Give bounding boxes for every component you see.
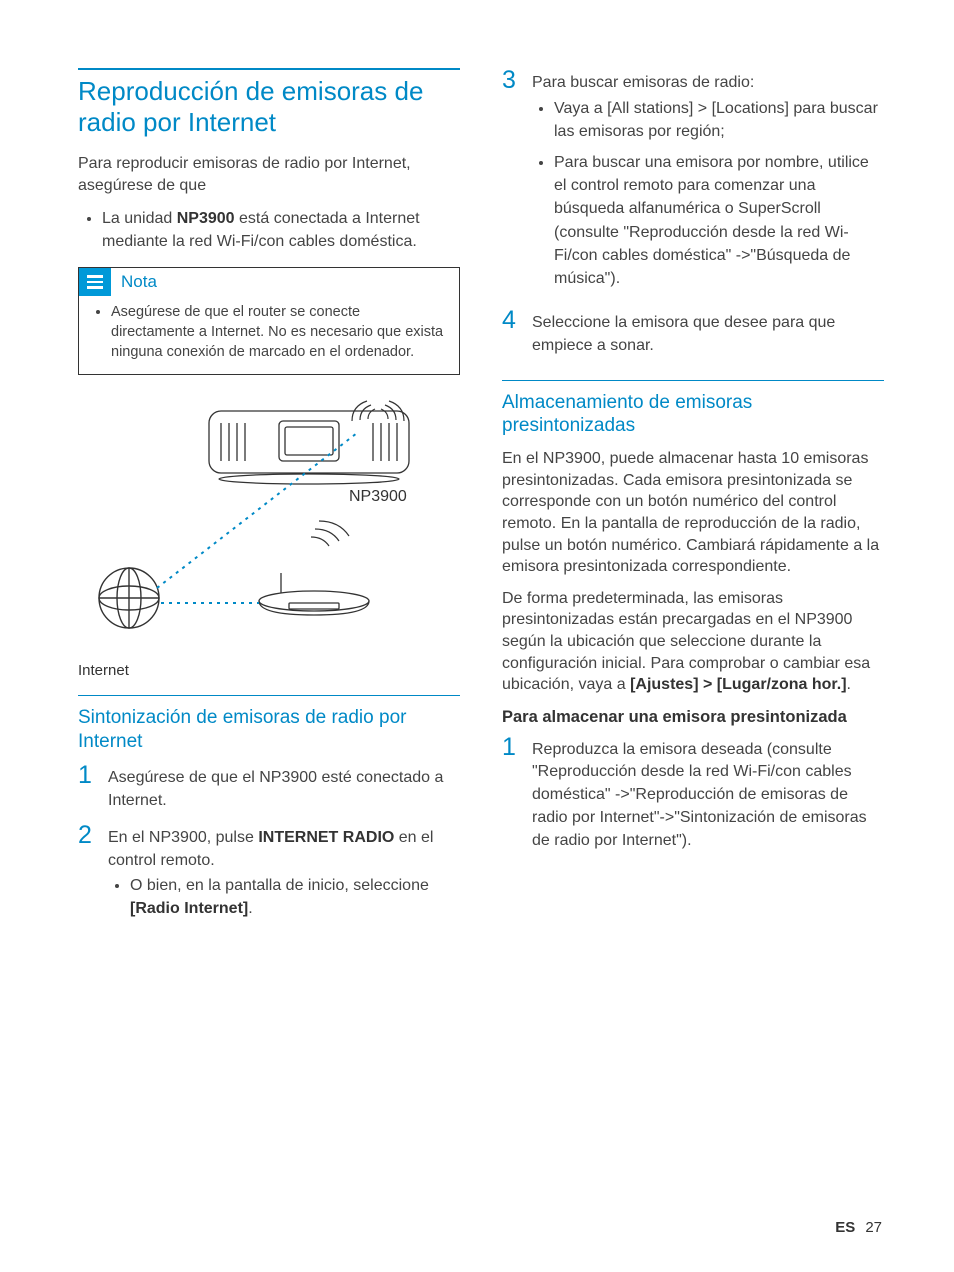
menu-path: [All stations] > [Locations]: [607, 100, 789, 117]
step-text: En el NP3900, pulse INTERNET RADIO en el…: [108, 823, 460, 929]
step-1: 1 Asegúrese de que el NP3900 esté conect…: [78, 763, 460, 812]
menu-path: [Radio Internet]: [130, 900, 248, 917]
paragraph: En el NP3900, puede almacenar hasta 10 e…: [502, 448, 884, 578]
footer-page: 27: [865, 1219, 882, 1236]
text: En el NP3900, pulse: [108, 829, 258, 846]
step-text: Seleccione la emisora que desee para que…: [532, 308, 884, 357]
list-item: Vaya a [All stations] > [Locations] para…: [554, 97, 884, 143]
text: .: [248, 900, 252, 917]
sub-heading: Almacenamiento de emisoras presintonizad…: [502, 391, 884, 439]
note-item: Asegúrese de que el router se conecte di…: [111, 302, 445, 362]
page: Reproducción de emisoras de radio por In…: [0, 0, 954, 1272]
step-sub-list: O bien, en la pantalla de inicio, selecc…: [108, 874, 460, 920]
diagram-caption: Internet: [78, 662, 460, 679]
note-body: Asegúrese de que el router se conecte di…: [79, 296, 459, 374]
text: La unidad: [102, 210, 177, 227]
diagram-svg: NP3900: [89, 393, 449, 653]
preset-step-1: 1 Reproduzca la emisora deseada (consult…: [502, 735, 884, 853]
paragraph: De forma predeterminada, las emisoras pr…: [502, 588, 884, 696]
intro-paragraph: Para reproducir emisoras de radio por In…: [78, 153, 460, 196]
sub-rule: [78, 695, 460, 696]
list-item: Para buscar una emisora por nombre, util…: [554, 151, 884, 290]
list-item: O bien, en la pantalla de inicio, selecc…: [130, 874, 460, 920]
note-icon: [79, 268, 111, 296]
connection-diagram: NP3900 Internet: [78, 393, 460, 679]
heading-rule: [78, 68, 460, 70]
list-item: La unidad NP3900 está conectada a Intern…: [102, 207, 460, 253]
requirement-list: La unidad NP3900 está conectada a Intern…: [78, 207, 460, 253]
step-text: Asegúrese de que el NP3900 esté conectad…: [108, 763, 460, 812]
text: Para buscar emisoras de radio:: [532, 74, 754, 91]
columns: Reproducción de emisoras de radio por In…: [78, 68, 884, 939]
step-number: 1: [502, 735, 520, 853]
step-sub-list: Vaya a [All stations] > [Locations] para…: [532, 97, 884, 291]
right-column: 3 Para buscar emisoras de radio: Vaya a …: [502, 68, 884, 939]
note-header: Nota: [79, 268, 459, 296]
section-heading: Reproducción de emisoras de radio por In…: [78, 76, 460, 137]
step-4: 4 Seleccione la emisora que desee para q…: [502, 308, 884, 357]
footer-lang: ES: [835, 1219, 855, 1236]
step-number: 2: [78, 823, 96, 929]
text: O bien, en la pantalla de inicio, selecc…: [130, 877, 429, 894]
procedure-heading: Para almacenar una emisora presintonizad…: [502, 708, 884, 727]
key-label: INTERNET RADIO: [258, 829, 394, 846]
diagram-device-label: NP3900: [349, 488, 407, 505]
text: .: [847, 676, 851, 693]
sub-rule: [502, 380, 884, 381]
menu-path: [Ajustes] > [Lugar/zona hor.]: [630, 676, 846, 693]
step-3: 3 Para buscar emisoras de radio: Vaya a …: [502, 68, 884, 298]
left-column: Reproducción de emisoras de radio por In…: [78, 68, 460, 939]
step-text: Para buscar emisoras de radio: Vaya a [A…: [532, 68, 884, 298]
step-number: 3: [502, 68, 520, 298]
page-footer: ES 27: [835, 1219, 882, 1236]
step-2: 2 En el NP3900, pulse INTERNET RADIO en …: [78, 823, 460, 929]
sub-heading: Sintonización de emisoras de radio por I…: [78, 706, 460, 754]
step-number: 4: [502, 308, 520, 357]
product-name: NP3900: [177, 210, 235, 227]
step-number: 1: [78, 763, 96, 812]
text: Vaya a: [554, 100, 607, 117]
note-label: Nota: [121, 272, 157, 292]
note-box: Nota Asegúrese de que el router se conec…: [78, 267, 460, 375]
step-text: Reproduzca la emisora deseada (consulte …: [532, 735, 884, 853]
